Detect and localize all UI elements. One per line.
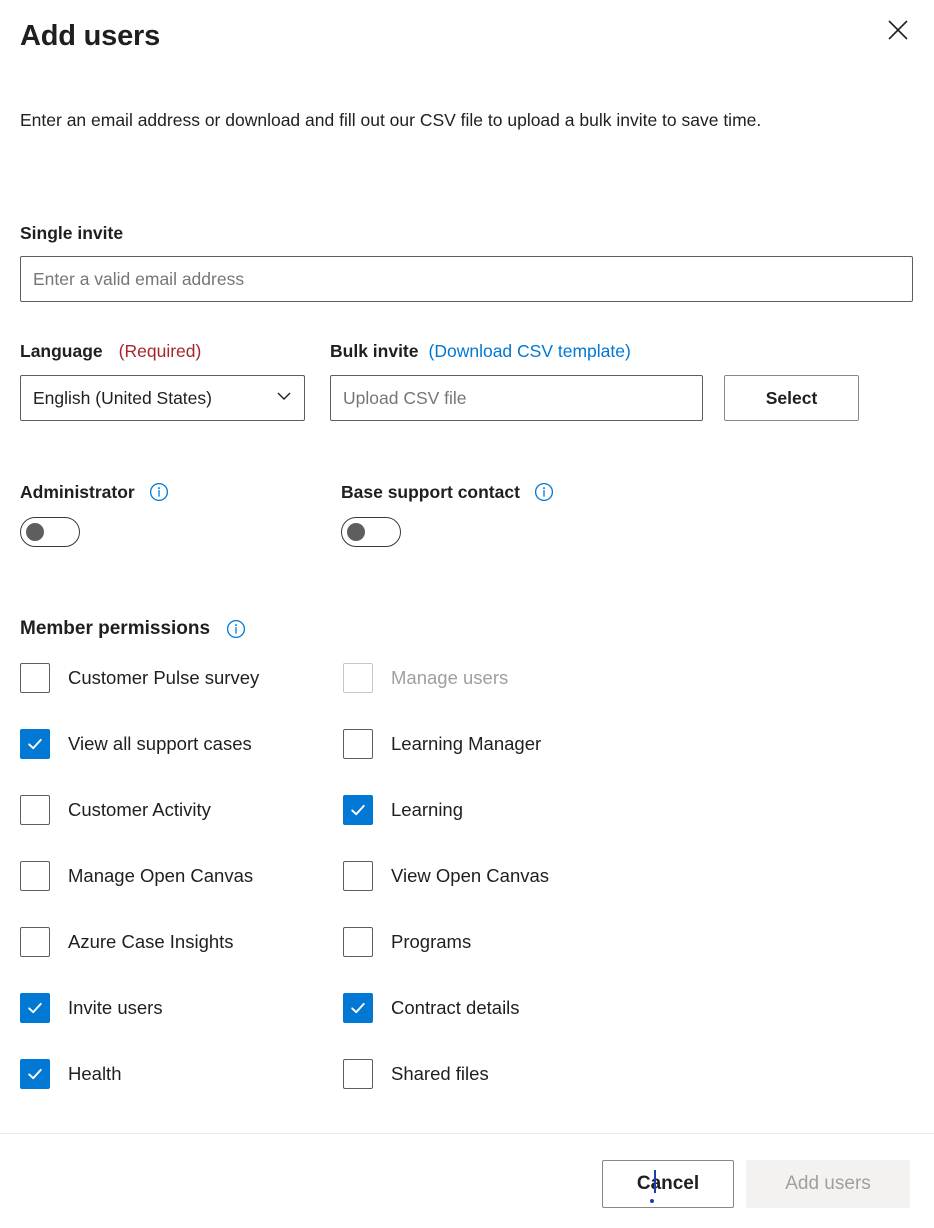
info-icon[interactable] [534, 482, 554, 502]
permission-label: Manage Open Canvas [68, 865, 254, 886]
permission-row[interactable]: Health [20, 1059, 259, 1125]
single-invite-label: Single invite [20, 223, 124, 243]
permission-row[interactable]: View Open Canvas [343, 861, 549, 927]
administrator-label-row: Administrator [20, 480, 169, 504]
permission-checkbox[interactable] [20, 663, 50, 693]
permission-checkbox[interactable] [20, 795, 50, 825]
permission-label: Learning Manager [391, 733, 542, 754]
permission-row[interactable]: Azure Case Insights [20, 927, 259, 993]
permission-row[interactable]: Learning [343, 795, 549, 861]
select-file-button[interactable]: Select [724, 375, 859, 421]
permission-label: View all support cases [68, 733, 252, 754]
page-title: Add users [20, 20, 161, 52]
single-invite-input[interactable] [20, 256, 913, 302]
language-label: Language [20, 341, 103, 361]
administrator-toggle-group: Administrator [20, 480, 169, 551]
member-permissions-heading: Member permissions [20, 618, 211, 639]
permission-row: Manage users [343, 663, 549, 729]
info-icon[interactable] [149, 482, 169, 502]
language-selected-value: English (United States) [33, 387, 212, 408]
toggle-knob [347, 523, 365, 541]
permission-label: Shared files [391, 1063, 489, 1084]
permission-checkbox [343, 663, 373, 693]
chevron-down-icon [274, 386, 294, 411]
permission-checkbox[interactable] [343, 861, 373, 891]
base-support-contact-label-row: Base support contact [341, 480, 554, 504]
permissions-column-right: Manage users Learning Manager Learning View… [343, 663, 549, 1125]
permission-row[interactable]: View all support cases [20, 729, 259, 795]
administrator-label: Administrator [20, 482, 135, 502]
permission-checkbox[interactable] [20, 729, 50, 759]
footer-divider [0, 1133, 934, 1134]
panel-header: Add users [0, 0, 934, 78]
permission-row[interactable]: Customer Activity [20, 795, 259, 861]
permission-label: Customer Activity [68, 799, 211, 820]
base-support-contact-toggle[interactable] [341, 517, 401, 547]
language-select[interactable]: English (United States) [20, 375, 305, 421]
permission-checkbox[interactable] [343, 729, 373, 759]
language-label-row: Language (Required) [20, 340, 201, 362]
permission-row[interactable]: Invite users [20, 993, 259, 1059]
permission-checkbox[interactable] [20, 993, 50, 1023]
permission-row[interactable]: Contract details [343, 993, 549, 1059]
language-required-indicator: (Required) [118, 341, 202, 361]
base-support-contact-toggle-group: Base support contact [341, 480, 554, 551]
permission-checkbox[interactable] [20, 1059, 50, 1089]
permission-label: Azure Case Insights [68, 931, 234, 952]
permissions-column-left: Customer Pulse survey View all support ca… [20, 663, 259, 1125]
permission-label: Invite users [68, 997, 163, 1018]
close-button[interactable] [876, 8, 920, 52]
info-icon[interactable] [226, 619, 246, 639]
permission-checkbox[interactable] [343, 795, 373, 825]
permission-row[interactable]: Learning Manager [343, 729, 549, 795]
permission-checkbox[interactable] [20, 861, 50, 891]
permission-row[interactable]: Shared files [343, 1059, 549, 1125]
bulk-invite-label: Bulk invite [330, 341, 419, 361]
permission-checkbox[interactable] [343, 927, 373, 957]
base-support-contact-label: Base support contact [341, 482, 520, 502]
cancel-button[interactable]: Cancel [602, 1160, 734, 1208]
permission-checkbox[interactable] [20, 927, 50, 957]
administrator-toggle[interactable] [20, 517, 80, 547]
permission-row[interactable]: Programs [343, 927, 549, 993]
permission-label: Health [68, 1063, 122, 1084]
member-permissions-header: Member permissions [20, 618, 246, 640]
bulk-invite-input[interactable] [330, 375, 703, 421]
permission-checkbox[interactable] [343, 993, 373, 1023]
permission-label: Customer Pulse survey [68, 667, 260, 688]
permission-label: Learning [391, 799, 464, 820]
permission-row[interactable]: Manage Open Canvas [20, 861, 259, 927]
permission-label: Programs [391, 931, 472, 952]
permission-row[interactable]: Customer Pulse survey [20, 663, 259, 729]
intro-text: Enter an email address or download and f… [20, 110, 762, 130]
permission-label: Contract details [391, 997, 520, 1018]
close-icon [887, 19, 909, 41]
permission-checkbox[interactable] [343, 1059, 373, 1089]
permission-label: View Open Canvas [391, 865, 550, 886]
permission-label: Manage users [391, 667, 509, 688]
bulk-invite-label-row: Bulk invite (Download CSV template) [330, 340, 631, 362]
add-users-button[interactable]: Add users [746, 1160, 910, 1208]
download-csv-template-link[interactable]: (Download CSV template) [429, 340, 631, 362]
toggle-knob [26, 523, 44, 541]
